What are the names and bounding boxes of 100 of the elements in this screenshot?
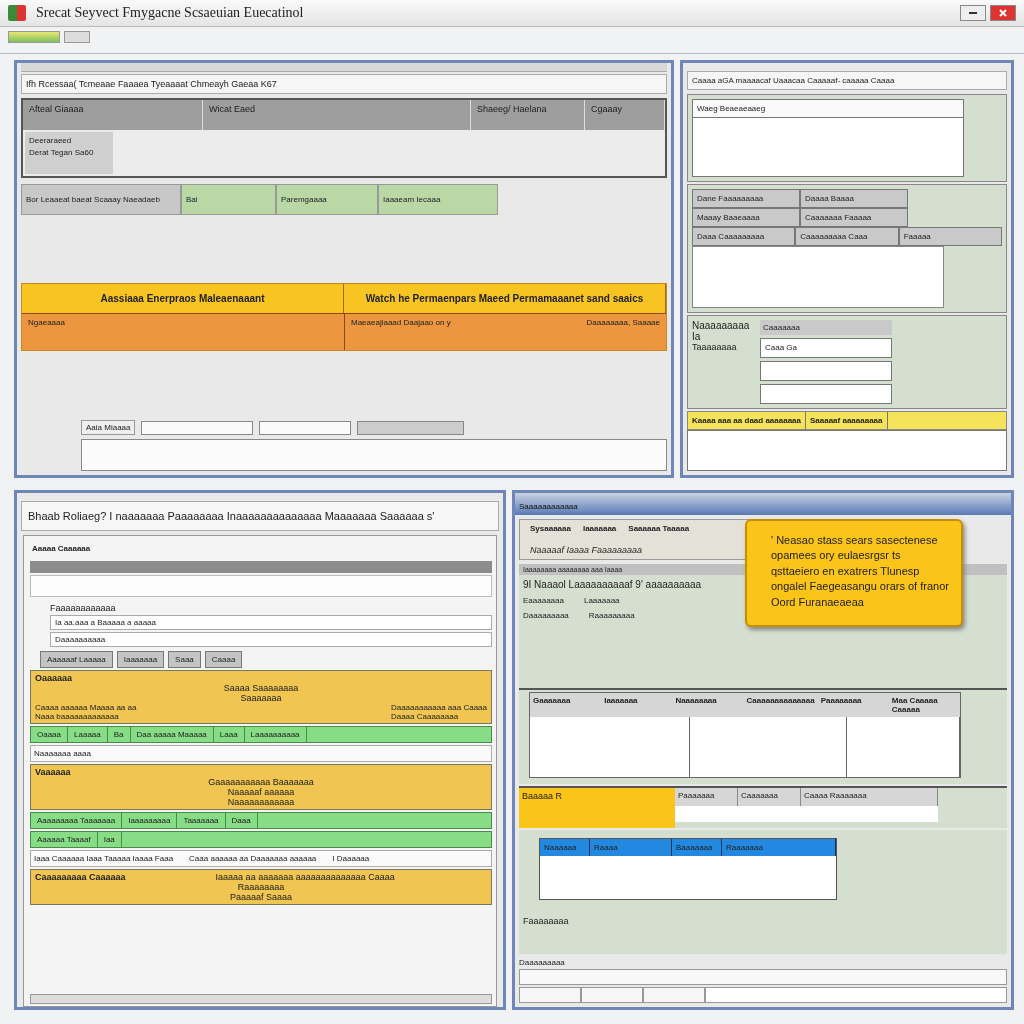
- panel-header: Bhaab Roliaeg? I naaaaaaa Paaaaaaaa Inaaaaaaaaaaaaaa Maaaaaaa Saaaaaa s': [21, 501, 499, 531]
- column-header: Maa Caaaaa Caaaaa: [890, 695, 939, 717]
- row-label: Caaaaaaaaa Caaaaaa: [35, 872, 126, 882]
- table-cell: Maaay Baaeaaaa: [692, 208, 800, 227]
- detail-text: Daaaaaaaaaaa aaa Caaaa: [390, 703, 487, 712]
- table-cell: Paremgaaaa: [276, 184, 378, 215]
- column-header: Saaaaaf aaaaaaaaa: [806, 412, 888, 429]
- dropdown-field[interactable]: [259, 420, 352, 435]
- minimize-button[interactable]: [960, 5, 986, 21]
- list-box[interactable]: [81, 439, 667, 471]
- table-cell-text: Caaa aaaaaa aa Daaaaaaa aaaaaa: [188, 853, 318, 865]
- column-header: Gaaaaaaa: [532, 695, 572, 708]
- table-cell: Oaaaa: [31, 727, 69, 742]
- field-label: Faaaaaaaaaaaa: [50, 603, 117, 613]
- table-cell-text: Daaaaaaaa, Saaaae: [585, 317, 661, 329]
- tab[interactable]: Saaaaaa Taaaaa: [628, 524, 690, 533]
- list-item[interactable]: Caaa Ga: [760, 338, 892, 358]
- centered-text: Saaaaaaa: [240, 693, 282, 703]
- input-field[interactable]: [519, 969, 1007, 985]
- centered-text: Saaaa Saaaaaaaa: [223, 683, 299, 693]
- centered-text: Naaaaaf aaaaaa: [227, 787, 295, 797]
- column-header: Shaeeg/ Haelana: [471, 100, 585, 130]
- table-cell: Iaa: [97, 832, 122, 847]
- panel-header: Caaaa aGA maaaacaf Uaaacaa Caaaaaf- caaaaa Caaaa: [687, 71, 1007, 90]
- close-button[interactable]: [990, 5, 1016, 21]
- input-field[interactable]: Ia aa.aaa a Baaaaa a aaaaa: [50, 615, 492, 630]
- table-cell: Maeaeajiaaad Daajaao on y: [344, 314, 477, 350]
- list-item[interactable]: Eaaaaaaaa: [523, 596, 564, 605]
- table-cell: Iaaaaaaaaa: [122, 813, 178, 828]
- list-title: 9I Naaaol Laaaaaaaaaaf 9' aaaaaaaaaa: [523, 579, 703, 590]
- field-label: Aaia Miaaaa: [81, 420, 136, 435]
- table-cell: Daaa: [225, 813, 258, 828]
- centered-text: Gaaaaaaaaaaa Baaaaaaa: [208, 777, 314, 787]
- input-field[interactable]: [141, 420, 254, 435]
- highlight-cell: Baaaaa R: [519, 788, 675, 829]
- button[interactable]: [357, 420, 465, 435]
- row-label: Oaaaaaa: [35, 673, 73, 683]
- row-header: Iaaaaa aa aaaaaaa aaaaaaaaaaaaaa Caaaa: [215, 872, 395, 882]
- column-header: Caaaaaaa: [738, 788, 801, 807]
- app-icon: [8, 5, 26, 21]
- window-title: Srecat Seyvect Fmygacne Scsaeuian Euecatinol: [36, 5, 304, 21]
- column-header: Paaaaaaa: [675, 788, 738, 807]
- text-area[interactable]: [687, 430, 1007, 471]
- section-sublabel: Taaaaaaaa: [692, 342, 738, 352]
- input-field[interactable]: [760, 384, 892, 404]
- detail-text: Caaaa aaaaaa Maaaa aa aa: [35, 703, 137, 712]
- close-icon: [998, 8, 1008, 18]
- column-header: Afteal Giaaaa: [23, 100, 203, 130]
- detail-text: Naaa baaaaaaaaaaaaa: [35, 712, 120, 721]
- table-cell: Caaaaaaaaa Caaa: [795, 227, 899, 246]
- table-cell: Bor Leaaeat baeat Scaaay Naeadaeb: [21, 184, 181, 215]
- tab[interactable]: Aaaaaaf Laaaaa: [40, 651, 113, 668]
- status-cell: [519, 987, 581, 1003]
- centered-text: Raaaaaaaa: [237, 882, 285, 892]
- minimize-icon: [969, 12, 977, 14]
- tab[interactable]: Iaaaaaaa: [582, 524, 617, 533]
- tab[interactable]: Sysaaaaaa: [530, 524, 571, 533]
- detail-text: Daaaa Caaaaaaaa: [390, 712, 460, 721]
- centered-text: Paaaaaf Saaaa: [229, 892, 293, 902]
- input-field[interactable]: [760, 361, 892, 381]
- table-cell: Aaaaaaaaa Taaaaaaa: [31, 813, 123, 828]
- column-header: Raaaa: [590, 839, 672, 857]
- tab[interactable]: Iaaaaaaa: [116, 651, 165, 668]
- status-cell: [581, 987, 643, 1003]
- table-cell: Aaaaaa Taaaaf: [31, 832, 98, 847]
- list-item[interactable]: Daaaaaaaaa: [523, 611, 569, 620]
- column-header: Cgaaay: [585, 100, 665, 130]
- table-cell: Laaaaa: [68, 727, 108, 742]
- info-text: Derat Tegan Sa60: [29, 148, 95, 157]
- table-cell-text: Naaaaaaa aaaa: [33, 748, 92, 760]
- centered-text: Naaaaaaaaaaaa: [227, 797, 295, 807]
- toolbar-button[interactable]: [64, 31, 90, 43]
- list-item[interactable]: Raaaaaaaaa: [588, 611, 635, 620]
- info-text: Deeraraeed: [29, 136, 73, 145]
- column-header: Baaaaaaa: [672, 839, 722, 857]
- column-header: Iaaaaaaa: [603, 695, 639, 708]
- list-item[interactable]: Laaaaaaa: [583, 596, 620, 605]
- table-cell-text: Iaaa Caaaaaa Iaaa Taaaaa Iaaaa Faaa: [33, 853, 175, 865]
- table-cell: Daa aaaaa Maaaaa: [130, 727, 214, 742]
- panel-subtitle: Aaaaa Caaaaaa: [31, 543, 92, 555]
- scroll-bar[interactable]: [30, 994, 492, 1004]
- input-field[interactable]: [30, 575, 492, 597]
- list-header: Waeg Beaeaeaaeg: [693, 100, 963, 118]
- tab[interactable]: Caaaa: [204, 651, 243, 668]
- table-cell: Faaaaa: [898, 227, 1002, 246]
- column-header: Paaaaaaaa: [819, 695, 863, 708]
- table-cell: Caaaaaaa Faaaaa: [800, 208, 908, 227]
- column-header: Naaaaaaaa: [674, 695, 718, 708]
- list-header: Caaaaaaa: [760, 320, 892, 335]
- row-label: Vaaaaaa: [35, 767, 71, 777]
- column-header: Naaaaaa: [540, 839, 590, 857]
- toolbar-button[interactable]: [8, 31, 60, 43]
- table-cell: Taaaaaaa: [177, 813, 226, 828]
- status-title: Daaaaaaaaa: [519, 958, 566, 967]
- column-header: Caaaaaaaaaaaaaa: [745, 695, 816, 708]
- tab[interactable]: Saaa: [168, 651, 201, 668]
- panel-header: Ifh Rcessaa( Tcmeaae Faaaea Tyeaaaat Chmeayh Gaeaa K67: [21, 74, 667, 94]
- table-cell: Laaa: [213, 727, 245, 742]
- list-box[interactable]: Waeg Beaeaeaaeg: [692, 99, 964, 177]
- input-field[interactable]: Daaaaaaaaaa: [50, 632, 492, 647]
